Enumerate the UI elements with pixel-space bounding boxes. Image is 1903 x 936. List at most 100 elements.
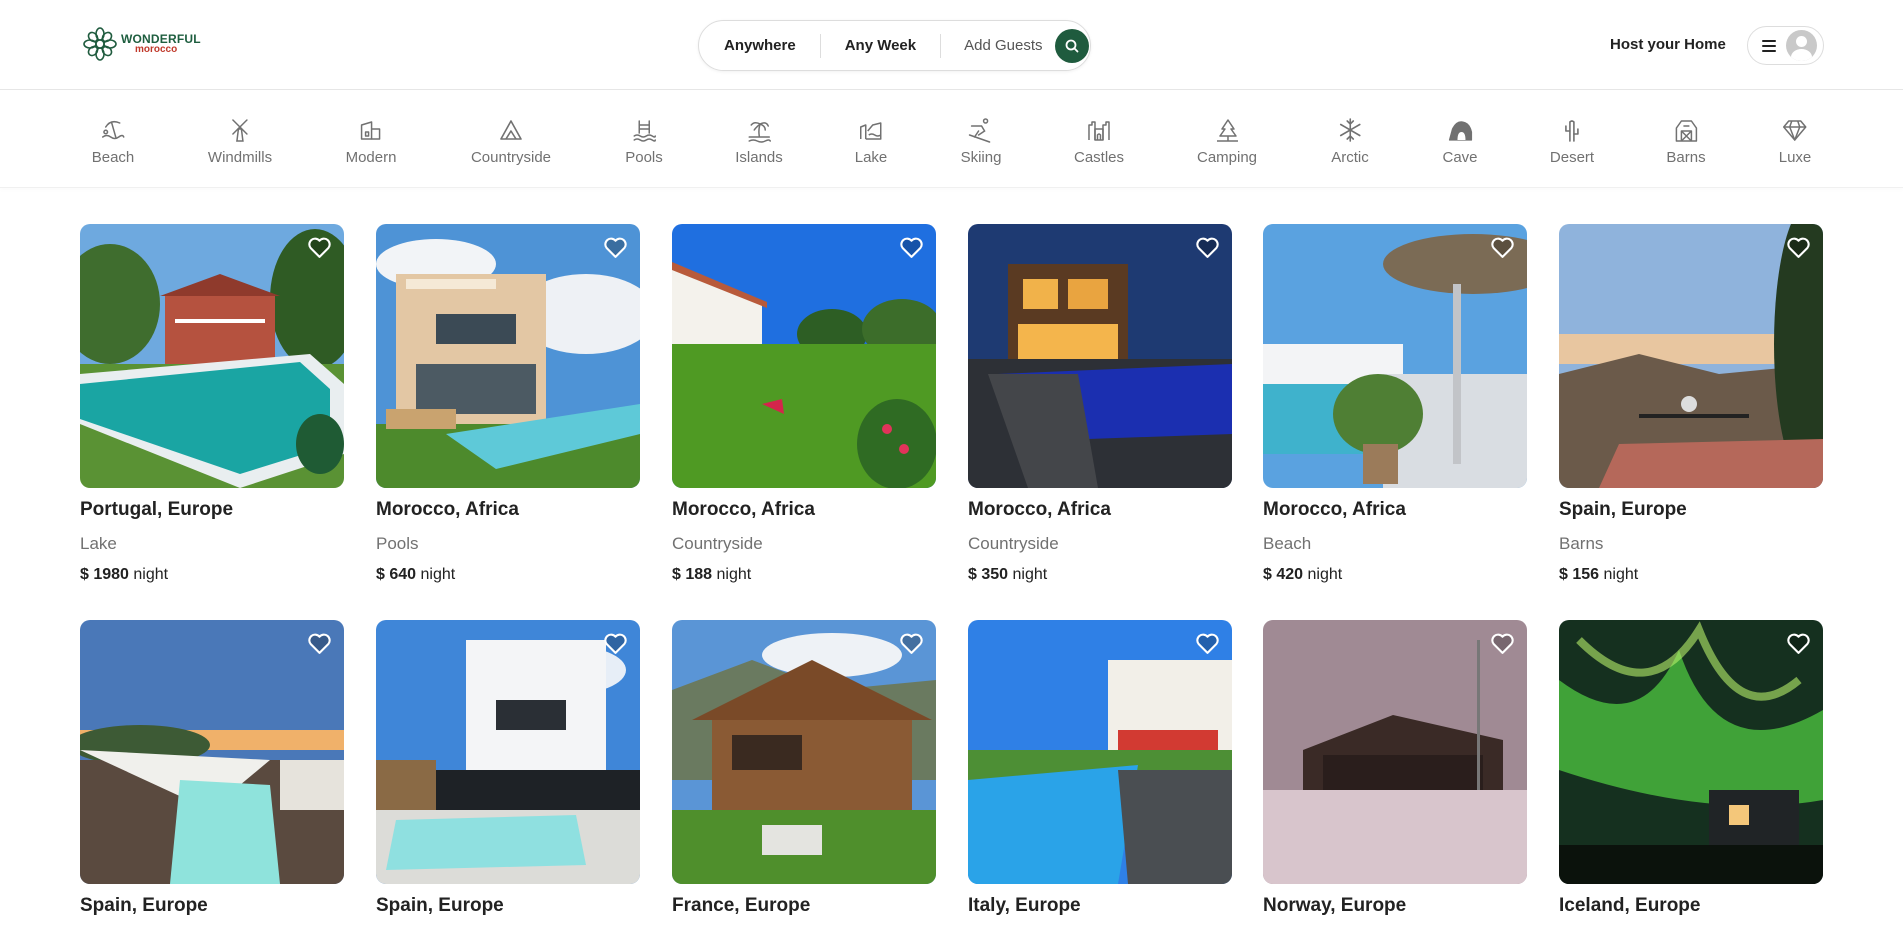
listing-price-unit: night <box>716 566 752 583</box>
heart-icon <box>604 633 627 654</box>
category-luxe[interactable]: Luxe <box>1778 117 1812 166</box>
listing-price-value: 156 <box>1572 566 1600 583</box>
search-where-button[interactable]: Anywhere <box>699 37 820 54</box>
listing-location: Iceland, Europe <box>1559 895 1701 916</box>
modern-icon <box>361 121 381 140</box>
listing-image <box>672 620 936 884</box>
category-label: Pools <box>625 149 663 166</box>
listing-card[interactable]: Morocco, Africa Beach $ 420 night <box>1263 224 1527 584</box>
category-label: Islands <box>735 149 783 166</box>
favorite-heart-button[interactable] <box>307 632 332 655</box>
category-castles[interactable]: Castles <box>1074 117 1124 166</box>
favorite-heart-button[interactable] <box>1195 632 1220 655</box>
heart-icon <box>900 237 923 258</box>
search-bar[interactable]: Anywhere Any Week Add Guests <box>698 20 1091 71</box>
category-barns[interactable]: Barns <box>1666 117 1706 166</box>
listing-card[interactable]: Morocco, Africa Pools $ 640 night <box>376 224 640 584</box>
listing-image <box>1263 620 1527 884</box>
listing-card[interactable]: Italy, Europe <box>968 620 1232 919</box>
listing-image <box>1559 620 1823 884</box>
listing-price: $ 420 night <box>1263 566 1527 584</box>
listing-currency: $ <box>80 566 89 583</box>
listing-photo[interactable] <box>968 620 1232 884</box>
listing-photo[interactable] <box>1263 224 1527 488</box>
favorite-heart-button[interactable] <box>307 236 332 259</box>
listing-photo[interactable] <box>968 224 1232 488</box>
listing-photo[interactable] <box>672 224 936 488</box>
listing-card[interactable]: Spain, Europe <box>376 620 640 919</box>
category-islands[interactable]: Islands <box>735 117 783 166</box>
listing-category: Lake <box>80 534 117 553</box>
barn-icon <box>1675 120 1697 142</box>
user-menu-button[interactable] <box>1747 26 1824 65</box>
flower-logo-icon <box>83 27 117 61</box>
listing-price-value: 188 <box>685 566 713 583</box>
listing-category: Barns <box>1559 534 1604 553</box>
category-arctic[interactable]: Arctic <box>1331 117 1369 166</box>
listing-card[interactable]: Iceland, Europe <box>1559 620 1823 919</box>
listing-price: $ 640 night <box>376 566 640 584</box>
listing-photo[interactable] <box>1559 620 1823 884</box>
host-your-home-link[interactable]: Host your Home <box>1610 36 1726 53</box>
listing-photo[interactable] <box>80 224 344 488</box>
category-label: Skiing <box>960 149 1002 166</box>
listing-card[interactable]: Norway, Europe <box>1263 620 1527 919</box>
category-label: Castles <box>1073 149 1125 166</box>
listing-photo[interactable] <box>1263 620 1527 884</box>
avatar <box>1786 30 1817 61</box>
search-guests-button[interactable]: Add Guests <box>941 37 1054 54</box>
camping-icon <box>1217 119 1238 142</box>
castle-icon <box>1088 121 1110 141</box>
listing-location: Portugal, Europe <box>80 499 234 520</box>
listing-category: Countryside <box>968 534 1059 553</box>
listing-card[interactable]: Morocco, Africa Countryside $ 188 night <box>672 224 936 584</box>
listing-location: Morocco, Africa <box>672 499 815 520</box>
listing-price: $ 188 night <box>672 566 936 584</box>
listing-photo[interactable] <box>672 620 936 884</box>
favorite-heart-button[interactable] <box>603 236 628 259</box>
category-cave[interactable]: Cave <box>1442 117 1478 166</box>
listing-card[interactable]: Portugal, Europe Lake $ 1980 night <box>80 224 344 584</box>
favorite-heart-button[interactable] <box>1786 236 1811 259</box>
heart-icon <box>1491 237 1514 258</box>
pool-icon <box>633 120 656 142</box>
search-icon <box>1065 39 1078 52</box>
heart-icon <box>1196 237 1219 258</box>
search-submit-button[interactable] <box>1054 28 1089 63</box>
heart-icon <box>900 633 923 654</box>
favorite-heart-button[interactable] <box>899 236 924 259</box>
favorite-heart-button[interactable] <box>899 632 924 655</box>
category-label: Lake <box>854 149 888 166</box>
listing-photo[interactable] <box>376 620 640 884</box>
listing-currency: $ <box>1263 566 1272 583</box>
listing-image <box>80 224 344 488</box>
category-windmills[interactable]: Windmills <box>208 117 272 166</box>
hamburger-menu-icon <box>1762 39 1776 52</box>
favorite-heart-button[interactable] <box>1786 632 1811 655</box>
category-camping[interactable]: Camping <box>1197 117 1257 166</box>
favorite-heart-button[interactable] <box>603 632 628 655</box>
listing-photo[interactable] <box>1559 224 1823 488</box>
category-beach[interactable]: Beach <box>92 117 134 166</box>
category-label: Luxe <box>1778 149 1812 166</box>
category-countryside[interactable]: Countryside <box>471 117 551 166</box>
category-pools[interactable]: Pools <box>625 117 663 166</box>
listing-photo[interactable] <box>80 620 344 884</box>
listing-card[interactable]: Spain, Europe <box>80 620 344 919</box>
brand-logo[interactable]: WONDERFUL morocco <box>82 26 201 62</box>
listing-category: Countryside <box>672 534 763 553</box>
listing-card[interactable]: Morocco, Africa Countryside $ 350 night <box>968 224 1232 584</box>
favorite-heart-button[interactable] <box>1490 632 1515 655</box>
listing-photo[interactable] <box>376 224 640 488</box>
listing-card[interactable]: Spain, Europe Barns $ 156 night <box>1559 224 1823 584</box>
search-when-button[interactable]: Any Week <box>821 37 940 54</box>
category-skiing[interactable]: Skiing <box>960 117 1002 166</box>
category-desert[interactable]: Desert <box>1550 117 1594 166</box>
category-label: Modern <box>345 149 397 166</box>
listing-price-value: 420 <box>1276 566 1304 583</box>
category-modern[interactable]: Modern <box>345 117 397 166</box>
listing-card[interactable]: France, Europe <box>672 620 936 919</box>
favorite-heart-button[interactable] <box>1490 236 1515 259</box>
category-lake[interactable]: Lake <box>854 117 888 166</box>
favorite-heart-button[interactable] <box>1195 236 1220 259</box>
